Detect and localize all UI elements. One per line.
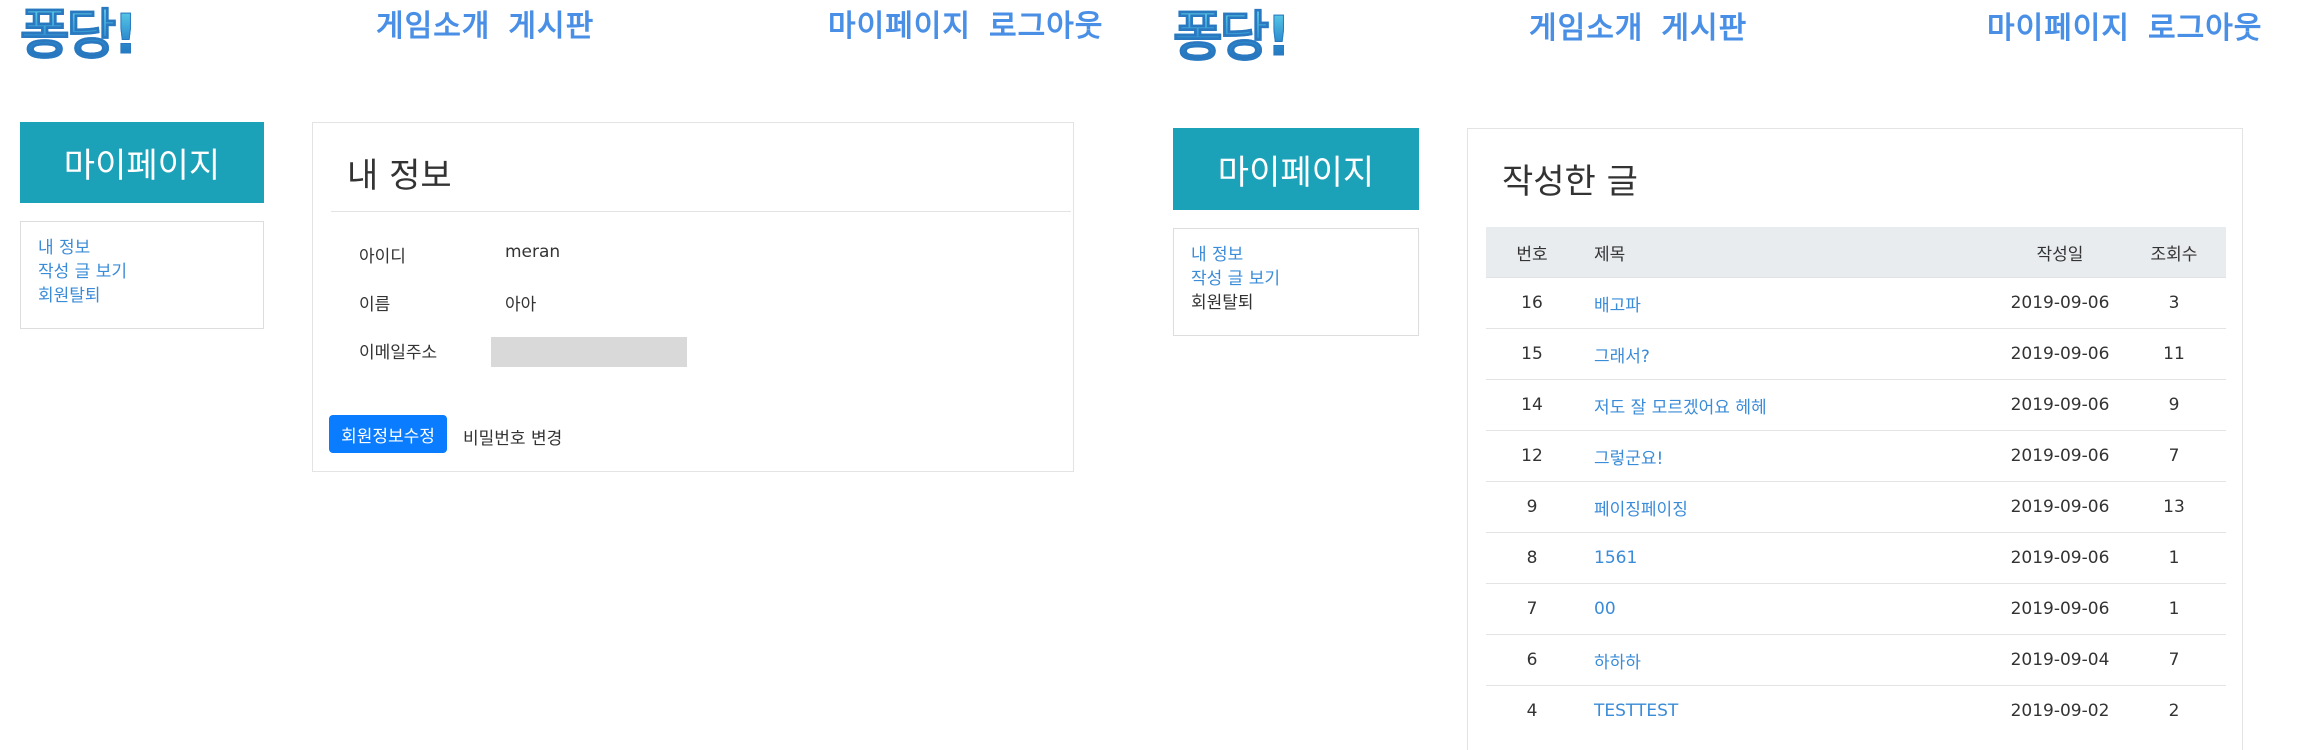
cell-title: 저도 잘 모르겠어요 헤헤	[1578, 379, 1998, 431]
post-title-link[interactable]: 00	[1594, 599, 1616, 619]
post-title-link[interactable]: 하하하	[1594, 653, 1641, 673]
main-nav: 게임소개 게시판	[376, 12, 612, 42]
post-title-link[interactable]: 그렇군요!	[1594, 449, 1663, 469]
cell-no: 15	[1486, 328, 1578, 380]
cell-views: 1	[2122, 532, 2226, 584]
cell-date: 2019-09-06	[1998, 379, 2122, 431]
field-value-id: meran	[505, 242, 561, 262]
cell-no: 6	[1486, 634, 1578, 686]
posts-card: 작성한 글 번호 제목 작성일 조회수 16 배고파 2019-09-06 3	[1467, 128, 2243, 750]
profile-card: 내 정보 아이디 meran 이름 아아 이메일주소 회원정보수정 비밀번호 변…	[312, 122, 1074, 472]
cell-no: 8	[1486, 532, 1578, 584]
nav-logout-link[interactable]: 로그아웃	[2148, 14, 2262, 44]
sidebar-item-withdraw[interactable]: 회원탈퇴	[38, 284, 246, 308]
nav-games-link[interactable]: 게임소개	[376, 12, 490, 42]
field-value-name: 아아	[505, 295, 537, 315]
cell-title: 배고파	[1578, 277, 1998, 329]
cell-views: 9	[2122, 379, 2226, 431]
mypage-posts-screen: 퐁당! 게임소개 게시판 마이페이지 로그아웃 마이페이지 내 정보 작성 글 보기…	[1145, 0, 2306, 750]
cell-views: 11	[2122, 328, 2226, 380]
cell-no: 9	[1486, 481, 1578, 533]
sidebar-menu: 내 정보 작성 글 보기 회원탈퇴	[1173, 228, 1419, 336]
cell-date: 2019-09-06	[1998, 328, 2122, 380]
post-title-link[interactable]: 페이징페이징	[1594, 500, 1688, 520]
sidebar-title: 마이페이지	[1173, 128, 1419, 210]
post-title-link[interactable]: 저도 잘 모르겠어요 헤헤	[1594, 398, 1767, 418]
table-row: 9 페이징페이징 2019-09-06 13	[1486, 481, 2226, 533]
field-label-id: 아이디	[359, 247, 406, 267]
cell-date: 2019-09-06	[1998, 277, 2122, 329]
sidebar-item-my-posts[interactable]: 작성 글 보기	[1191, 267, 1401, 291]
edit-profile-button[interactable]: 회원정보수정	[329, 415, 447, 453]
field-label-email: 이메일주소	[359, 343, 438, 363]
cell-title: 페이징페이징	[1578, 481, 1998, 533]
field-label-name: 이름	[359, 295, 391, 315]
posts-title: 작성한 글	[1502, 162, 1638, 202]
posts-table: 번호 제목 작성일 조회수 16 배고파 2019-09-06 3 15 그래서…	[1486, 227, 2226, 736]
cell-no: 7	[1486, 583, 1578, 635]
table-row: 15 그래서? 2019-09-06 11	[1486, 328, 2226, 380]
user-nav: 마이페이지 로그아웃	[828, 12, 1121, 42]
mypage-info-screen: 퐁당! 게임소개 게시판 마이페이지 로그아웃 마이페이지 내 정보 작성 글 보기…	[0, 0, 1140, 750]
table-row: 8 1561 2019-09-06 1	[1486, 532, 2226, 584]
cell-views: 3	[2122, 277, 2226, 329]
change-password-button[interactable]: 비밀번호 변경	[463, 424, 562, 449]
nav-games-link[interactable]: 게임소개	[1529, 14, 1643, 44]
main-nav: 게임소개 게시판	[1529, 14, 1765, 44]
cell-views: 2	[2122, 685, 2226, 736]
nav-mypage-link[interactable]: 마이페이지	[1987, 14, 2130, 44]
cell-title: 1561	[1578, 532, 1998, 584]
post-title-link[interactable]: 1561	[1594, 548, 1637, 568]
table-row: 12 그렇군요! 2019-09-06 7	[1486, 430, 2226, 482]
cell-views: 7	[2122, 430, 2226, 482]
sidebar-item-withdraw[interactable]: 회원탈퇴	[1191, 291, 1401, 315]
posts-table-header: 번호 제목 작성일 조회수	[1486, 227, 2226, 278]
table-row: 6 하하하 2019-09-04 7	[1486, 634, 2226, 686]
post-title-link[interactable]: 배고파	[1594, 296, 1641, 316]
cell-title: 그렇군요!	[1578, 430, 1998, 482]
site-logo[interactable]: 퐁당!	[1173, 9, 1292, 64]
cell-views: 1	[2122, 583, 2226, 635]
cell-no: 4	[1486, 685, 1578, 736]
cell-date: 2019-09-02	[1998, 685, 2122, 736]
cell-title: 하하하	[1578, 634, 1998, 686]
sidebar-title: 마이페이지	[20, 122, 264, 203]
table-row: 7 00 2019-09-06 1	[1486, 583, 2226, 635]
profile-title: 내 정보	[347, 156, 452, 196]
sidebar-item-my-info[interactable]: 내 정보	[1191, 243, 1401, 267]
nav-board-link[interactable]: 게시판	[1661, 14, 1747, 44]
table-row: 14 저도 잘 모르겠어요 헤헤 2019-09-06 9	[1486, 379, 2226, 431]
nav-board-link[interactable]: 게시판	[508, 12, 594, 42]
cell-views: 7	[2122, 634, 2226, 686]
profile-divider	[331, 211, 1071, 212]
col-header-no: 번호	[1486, 227, 1578, 278]
cell-title: 그래서?	[1578, 328, 1998, 380]
col-header-title: 제목	[1578, 227, 1998, 278]
cell-date: 2019-09-06	[1998, 430, 2122, 482]
col-header-views: 조회수	[2122, 227, 2226, 278]
col-header-date: 작성일	[1998, 227, 2122, 278]
sidebar-item-my-info[interactable]: 내 정보	[38, 236, 246, 260]
cell-title: TESTTEST	[1578, 685, 1998, 736]
post-title-link[interactable]: TESTTEST	[1594, 701, 1678, 721]
cell-views: 13	[2122, 481, 2226, 533]
nav-logout-link[interactable]: 로그아웃	[989, 12, 1103, 42]
cell-date: 2019-09-06	[1998, 532, 2122, 584]
sidebar-menu: 내 정보 작성 글 보기 회원탈퇴	[20, 221, 264, 329]
cell-title: 00	[1578, 583, 1998, 635]
cell-date: 2019-09-04	[1998, 634, 2122, 686]
cell-date: 2019-09-06	[1998, 481, 2122, 533]
nav-mypage-link[interactable]: 마이페이지	[828, 12, 971, 42]
cell-date: 2019-09-06	[1998, 583, 2122, 635]
email-redacted-block	[491, 337, 687, 367]
user-nav: 마이페이지 로그아웃	[1987, 14, 2280, 44]
cell-no: 12	[1486, 430, 1578, 482]
cell-no: 14	[1486, 379, 1578, 431]
post-title-link[interactable]: 그래서?	[1594, 347, 1650, 367]
sidebar-item-my-posts[interactable]: 작성 글 보기	[38, 260, 246, 284]
cell-no: 16	[1486, 277, 1578, 329]
site-logo[interactable]: 퐁당!	[20, 7, 139, 62]
table-row: 16 배고파 2019-09-06 3	[1486, 277, 2226, 329]
table-row: 4 TESTTEST 2019-09-02 2	[1486, 685, 2226, 736]
